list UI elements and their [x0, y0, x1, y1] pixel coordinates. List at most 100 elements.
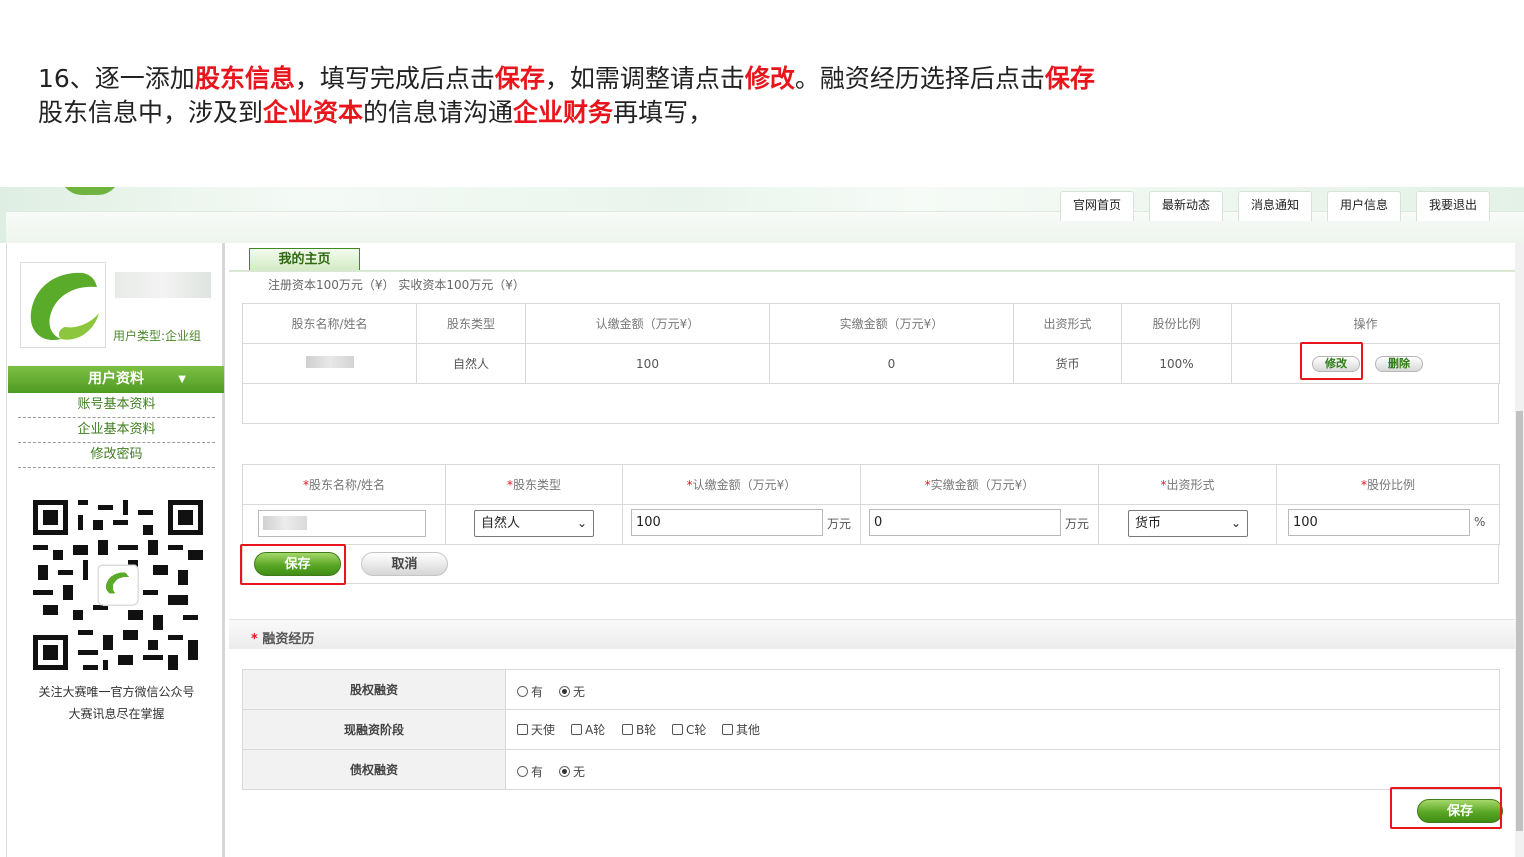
highlight-box-edit — [1300, 342, 1363, 380]
form-header-paid: *实缴金额（万元¥） — [860, 464, 1099, 505]
chevron-down-icon: ⌄ — [1230, 516, 1241, 530]
delete-button[interactable]: 删除 — [1375, 356, 1423, 372]
contribution-form-select[interactable]: 货币 ⌄ — [1128, 510, 1248, 537]
blurred-username — [115, 272, 211, 298]
nav-tab-news[interactable]: 最新动态 — [1149, 191, 1223, 221]
stage-option-b[interactable]: B轮 — [622, 721, 656, 738]
label-financing-stage: 现融资阶段 — [242, 709, 506, 750]
instruction-text: 股东信息中，涉及到 — [38, 98, 264, 127]
instruction-line-2: 股东信息中，涉及到企业资本的信息请沟通企业财务再填写， — [38, 98, 713, 128]
option-label: 有 — [531, 765, 544, 779]
nav-tab-logout[interactable]: 我要退出 — [1416, 191, 1490, 221]
col-header-paid: 实缴金额（万元¥） — [769, 303, 1014, 344]
cell-form: 货币 — [1013, 343, 1122, 384]
cell-ratio: 100% — [1121, 343, 1232, 384]
col-header-actions: 操作 — [1231, 303, 1500, 344]
form-header-row: *股东名称/姓名 *股东类型 *认缴金额（万元¥） *实缴金额（万元¥） *出资… — [242, 464, 1500, 505]
share-ratio-input[interactable]: 100 — [1288, 509, 1470, 536]
nav-tab-notifications[interactable]: 消息通知 — [1238, 191, 1312, 221]
shareholder-name-input[interactable] — [258, 510, 426, 537]
instruction-text: ，填写完成后点击 — [294, 64, 495, 93]
logo-fragment — [60, 187, 120, 195]
option-label: C轮 — [686, 723, 707, 737]
shareholder-type-value: 自然人 — [481, 516, 521, 531]
cell-subscribed: 100 — [525, 343, 770, 384]
col-header-name: 股东名称/姓名 — [242, 303, 417, 344]
instruction-text: 的信息请沟通 — [363, 98, 514, 127]
nav-tab-user-info[interactable]: 用户信息 — [1327, 191, 1401, 221]
shareholder-type-select[interactable]: 自然人 ⌄ — [474, 510, 594, 537]
option-label: 其他 — [736, 723, 761, 737]
debt-option-yes[interactable]: 有 — [517, 763, 543, 780]
share-ratio-unit: % — [1474, 515, 1486, 529]
option-label: 有 — [531, 685, 544, 699]
stage-option-other[interactable]: 其他 — [722, 721, 760, 738]
required-mark: * — [251, 632, 263, 647]
tab-underline — [229, 270, 1515, 272]
subscribed-amount-input[interactable]: 100 — [631, 509, 823, 536]
financing-section-title: * 融资经历 — [251, 628, 314, 647]
debt-option-no[interactable]: 无 — [559, 763, 585, 780]
cell-type: 自然人 — [416, 343, 526, 384]
stage-option-a[interactable]: A轮 — [571, 721, 605, 738]
vertical-scrollbar[interactable] — [1515, 243, 1524, 857]
nav-tab-home[interactable]: 官网首页 — [1060, 191, 1134, 221]
form-header-paid-label: 实缴金额（万元¥） — [930, 478, 1035, 492]
financing-row-debt: 债权融资 — [242, 749, 1500, 790]
col-header-subscribed: 认缴金额（万元¥） — [525, 303, 770, 344]
instruction-text: 。融资经历选择后点击 — [794, 64, 1045, 93]
subscribed-unit: 万元 — [827, 517, 852, 531]
equity-option-no[interactable]: 无 — [559, 683, 585, 700]
caret-down-icon: ▼ — [178, 374, 186, 385]
checkbox-icon — [672, 724, 683, 735]
options-debt-financing — [505, 749, 1500, 790]
qr-caption-1: 关注大赛唯一官方微信公众号 — [38, 685, 195, 699]
label-debt-financing: 债权融资 — [242, 749, 506, 790]
highlight-box-save-shareholder — [240, 544, 346, 585]
cell-paid: 0 — [769, 343, 1014, 384]
checkbox-icon — [722, 724, 733, 735]
list-empty-area — [242, 383, 1499, 424]
instruction-text: 再填写， — [613, 98, 714, 127]
form-header-subscribed: *认缴金额（万元¥） — [622, 464, 861, 505]
qr-caption-2: 大赛讯息尽在掌握 — [68, 707, 165, 721]
chevron-down-icon: ⌄ — [576, 516, 587, 530]
stage-option-angel[interactable]: 天使 — [517, 721, 555, 738]
form-header-type-label: 股东类型 — [512, 478, 561, 492]
form-header-ratio: *股份比例 — [1276, 464, 1500, 505]
cancel-button[interactable]: 取消 — [361, 552, 448, 576]
instruction-highlight: 企业财务 — [513, 98, 614, 127]
sidebar-section-title: 用户资料 — [88, 371, 144, 387]
contribution-form-value: 货币 — [1135, 516, 1162, 531]
equity-option-yes[interactable]: 有 — [517, 683, 543, 700]
paid-amount-input[interactable]: 0 — [869, 509, 1061, 536]
option-label: B轮 — [636, 723, 657, 737]
sidebar-item-company-info[interactable]: 企业基本资料 — [18, 418, 215, 443]
user-type-label: 用户类型:企业组 — [113, 329, 202, 343]
sidebar-item-change-password[interactable]: 修改密码 — [18, 443, 215, 468]
col-header-ratio: 股份比例 — [1121, 303, 1232, 344]
instruction-highlight: 保存 — [1044, 64, 1095, 93]
tab-my-homepage[interactable]: 我的主页 — [249, 248, 360, 271]
sidebar-item-account-info[interactable]: 账号基本资料 — [18, 393, 215, 418]
table-header-row: 股东名称/姓名 股东类型 认缴金额（万元¥） 实缴金额（万元¥） 出资形式 股份… — [242, 303, 1500, 344]
top-banner: 官网首页 最新动态 消息通知 用户信息 我要退出 — [0, 187, 1524, 243]
cell-actions — [1231, 343, 1500, 384]
radio-checked-icon — [559, 686, 570, 697]
form-header-type: *股东类型 — [445, 464, 623, 505]
financing-title-label: 融资经历 — [262, 632, 315, 647]
stage-option-c[interactable]: C轮 — [672, 721, 706, 738]
instruction-highlight: 企业资本 — [263, 98, 364, 127]
col-header-type: 股东类型 — [416, 303, 526, 344]
main-panel: 我的主页 注册资本100万元（¥） 实收资本100万元（¥） 股东名称/姓名 股… — [229, 243, 1515, 857]
instruction-text: ，如需调整请点击 — [544, 64, 745, 93]
scrollbar-thumb[interactable] — [1516, 411, 1523, 831]
logo-c-icon — [30, 272, 99, 341]
paid-unit: 万元 — [1065, 517, 1090, 531]
form-header-name: *股东名称/姓名 — [242, 464, 446, 505]
app-screenshot: 官网首页 最新动态 消息通知 用户信息 我要退出 用户类型:企业组 用户资料 ▼… — [0, 187, 1524, 857]
highlight-box-save-financing — [1390, 787, 1502, 829]
sidebar-section-user-profile[interactable]: 用户资料 ▼ — [8, 366, 224, 393]
financing-row-equity: 股权融资 — [242, 669, 1500, 710]
form-header-ratio-label: 股份比例 — [1366, 478, 1415, 492]
